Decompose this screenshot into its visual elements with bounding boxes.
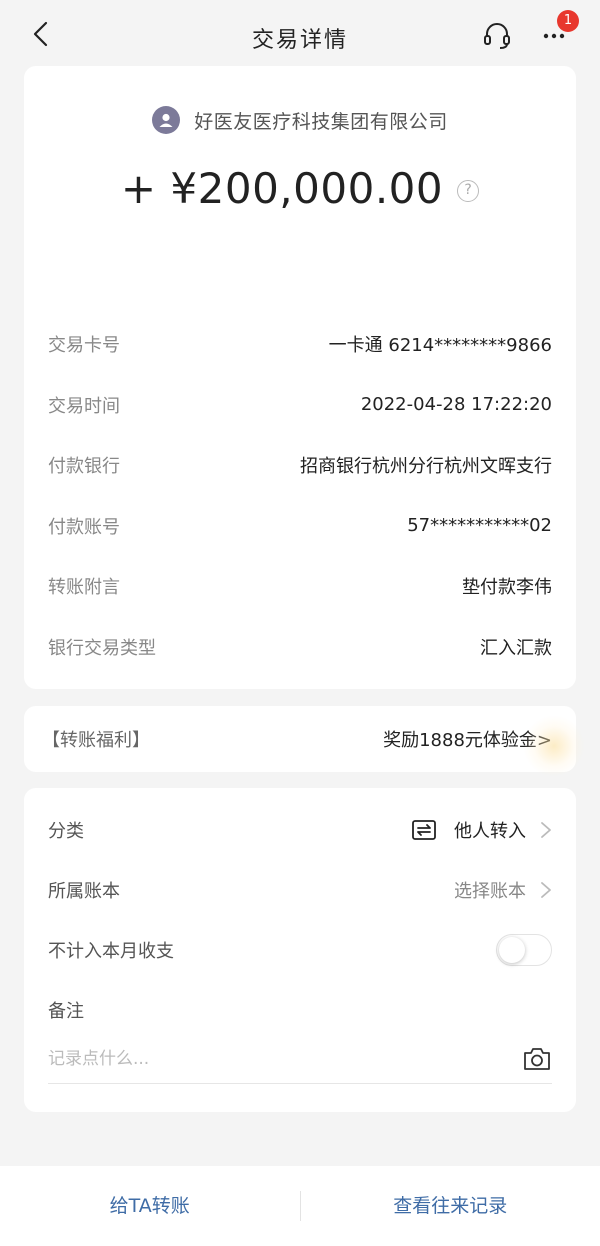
- detail-row-time: 交易时间 2022-04-28 17:22:20: [48, 375, 552, 436]
- transaction-card: 好医友医疗科技集团有限公司 + ¥200,000.00 ? 交易卡号 一卡通 6…: [24, 66, 576, 689]
- detail-row-memo: 转账附言 垫付款李伟: [48, 556, 552, 617]
- ledger-row[interactable]: 所属账本 选择账本: [48, 860, 552, 920]
- exclude-toggle[interactable]: [496, 934, 552, 966]
- note-label: 备注: [48, 1001, 84, 1022]
- detail-label: 交易卡号: [48, 335, 120, 357]
- benefit-row[interactable]: 【转账福利】 奖励1888元体验金>: [42, 706, 552, 772]
- detail-label: 转账附言: [48, 577, 120, 599]
- detail-row-transaction-type: 银行交易类型 汇入汇款: [48, 617, 552, 678]
- settings-card: 分类 他人转入 所属账本 选择账本 不计入本月收支 备注: [24, 788, 576, 1112]
- category-selector[interactable]: 他人转入: [412, 817, 552, 843]
- ledger-value: 选择账本: [454, 881, 526, 902]
- category-value: 他人转入: [454, 821, 526, 842]
- detail-value: 垫付款李伟: [462, 577, 552, 599]
- customer-service-button[interactable]: [480, 18, 514, 52]
- detail-label: 付款账号: [48, 516, 120, 538]
- notification-badge: 1: [557, 10, 579, 32]
- transfer-to-them-button[interactable]: 给TA转账: [0, 1166, 300, 1246]
- chevron-right-icon: [541, 882, 551, 898]
- avatar: [152, 106, 181, 134]
- detail-value: 57***********02: [407, 515, 552, 537]
- ledger-selector[interactable]: 选择账本: [454, 877, 552, 903]
- detail-label: 银行交易类型: [48, 637, 156, 659]
- detail-value: 招商银行杭州分行杭州文晖支行: [300, 456, 552, 478]
- user-icon: [159, 113, 173, 127]
- camera-icon[interactable]: [522, 1046, 552, 1072]
- payer-row: 好医友医疗科技集团有限公司: [24, 106, 576, 134]
- detail-value: 汇入汇款: [480, 637, 552, 659]
- toggle-knob: [499, 937, 525, 963]
- benefit-card[interactable]: 【转账福利】 奖励1888元体验金>: [24, 706, 584, 778]
- note-header-row: 备注: [48, 980, 552, 1040]
- detail-label: 交易时间: [48, 395, 120, 417]
- exclude-label: 不计入本月收支: [48, 941, 174, 962]
- detail-value: 一卡通 6214********9866: [328, 335, 552, 357]
- note-input[interactable]: [48, 1034, 552, 1084]
- transfer-icon: [412, 820, 436, 840]
- headset-icon: [484, 23, 510, 49]
- amount-row: + ¥200,000.00 ?: [24, 164, 576, 213]
- detail-row-card-number: 交易卡号 一卡通 6214********9866: [48, 314, 552, 375]
- detail-row-payer-bank: 付款银行 招商银行杭州分行杭州文晖支行: [48, 435, 552, 496]
- benefit-label: 【转账福利】: [42, 730, 150, 751]
- detail-value: 2022-04-28 17:22:20: [360, 394, 552, 416]
- chevron-right-icon: [541, 822, 551, 838]
- transaction-amount: + ¥200,000.00: [120, 164, 444, 213]
- benefit-link[interactable]: 奖励1888元体验金>: [383, 726, 552, 752]
- exclude-row: 不计入本月收支: [48, 920, 552, 980]
- bottom-action-bar: 给TA转账 查看往来记录: [0, 1166, 600, 1246]
- ledger-label: 所属账本: [48, 881, 120, 902]
- top-bar: 交易详情 1: [0, 0, 600, 66]
- detail-label: 付款银行: [48, 456, 120, 478]
- category-label: 分类: [48, 821, 84, 842]
- help-icon[interactable]: ?: [457, 179, 480, 202]
- payer-name: 好医友医疗科技集团有限公司: [194, 110, 448, 133]
- view-history-button[interactable]: 查看往来记录: [301, 1166, 600, 1246]
- detail-row-payer-account: 付款账号 57***********02: [48, 496, 552, 557]
- detail-list: 交易卡号 一卡通 6214********9866 交易时间 2022-04-2…: [48, 314, 552, 677]
- category-row[interactable]: 分类 他人转入: [48, 800, 552, 860]
